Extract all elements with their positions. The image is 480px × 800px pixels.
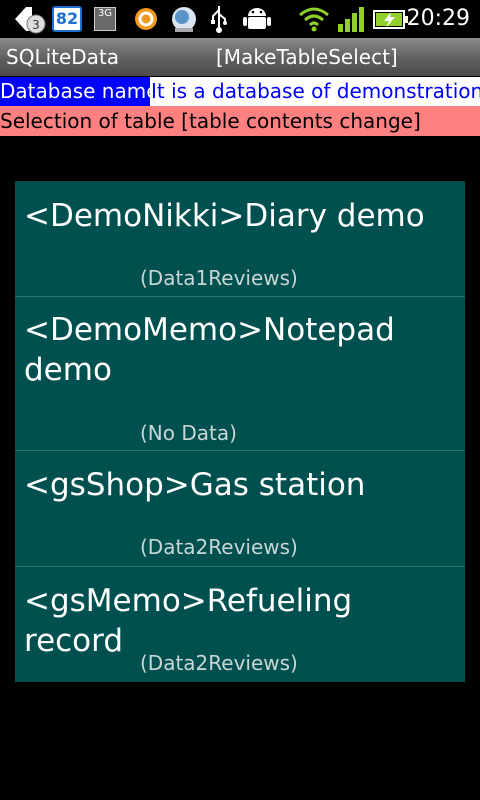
- table-item-demomemo[interactable]: <DemoMemo>Notepad demo (No Data): [15, 297, 465, 451]
- table-item-title: <gsShop>Gas station: [24, 467, 366, 503]
- app-title: SQLiteData: [6, 45, 120, 69]
- table-item-count: (Data1Reviews): [140, 266, 298, 290]
- 3g-icon: 3G: [94, 7, 116, 31]
- usb-icon: [211, 6, 227, 33]
- notification-count-text: 3: [32, 18, 40, 32]
- title-bar: SQLiteData [MakeTableSelect]: [0, 38, 480, 76]
- battery-badge-icon: 82: [52, 6, 82, 32]
- table-item-count: (Data2Reviews): [140, 535, 298, 559]
- table-item-count: (No Data): [140, 421, 237, 445]
- database-name-value: It is a database of demonstration: [151, 79, 480, 103]
- screen-title: [MakeTableSelect]: [216, 45, 398, 69]
- clock: 20:29: [406, 6, 470, 31]
- table-item-demonikki[interactable]: <DemoNikki>Diary demo (Data1Reviews): [15, 181, 465, 297]
- status-bar: 3 82 3G 20:29: [0, 0, 480, 38]
- notification-count-icon: 3: [15, 7, 46, 34]
- battery-charging-icon: [373, 10, 408, 29]
- table-item-gsmemo[interactable]: <gsMemo>Refueling record (Data2Reviews): [15, 567, 465, 682]
- signal-strength-icon: [338, 7, 364, 32]
- table-item-count: (Data2Reviews): [140, 651, 298, 675]
- table-selection-label: Selection of table [table contents chang…: [0, 106, 480, 136]
- table-item-title: <gsMemo>Refueling record: [24, 583, 353, 659]
- network-type-label: 3G: [97, 8, 113, 19]
- database-name-label: Database name: [0, 77, 150, 106]
- table-item-gsshop[interactable]: <gsShop>Gas station (Data2Reviews): [15, 451, 465, 567]
- table-list: <DemoNikki>Diary demo (Data1Reviews) <De…: [15, 181, 465, 682]
- table-item-title: <DemoMemo>Notepad demo: [24, 312, 395, 388]
- app-orange-icon: [135, 8, 157, 30]
- satellite-icon: [172, 7, 196, 32]
- android-debug-icon: [243, 8, 271, 29]
- table-item-title: <DemoNikki>Diary demo: [24, 198, 425, 234]
- database-row: Database name It is a database of demons…: [0, 77, 480, 106]
- wifi-icon: [299, 7, 329, 32]
